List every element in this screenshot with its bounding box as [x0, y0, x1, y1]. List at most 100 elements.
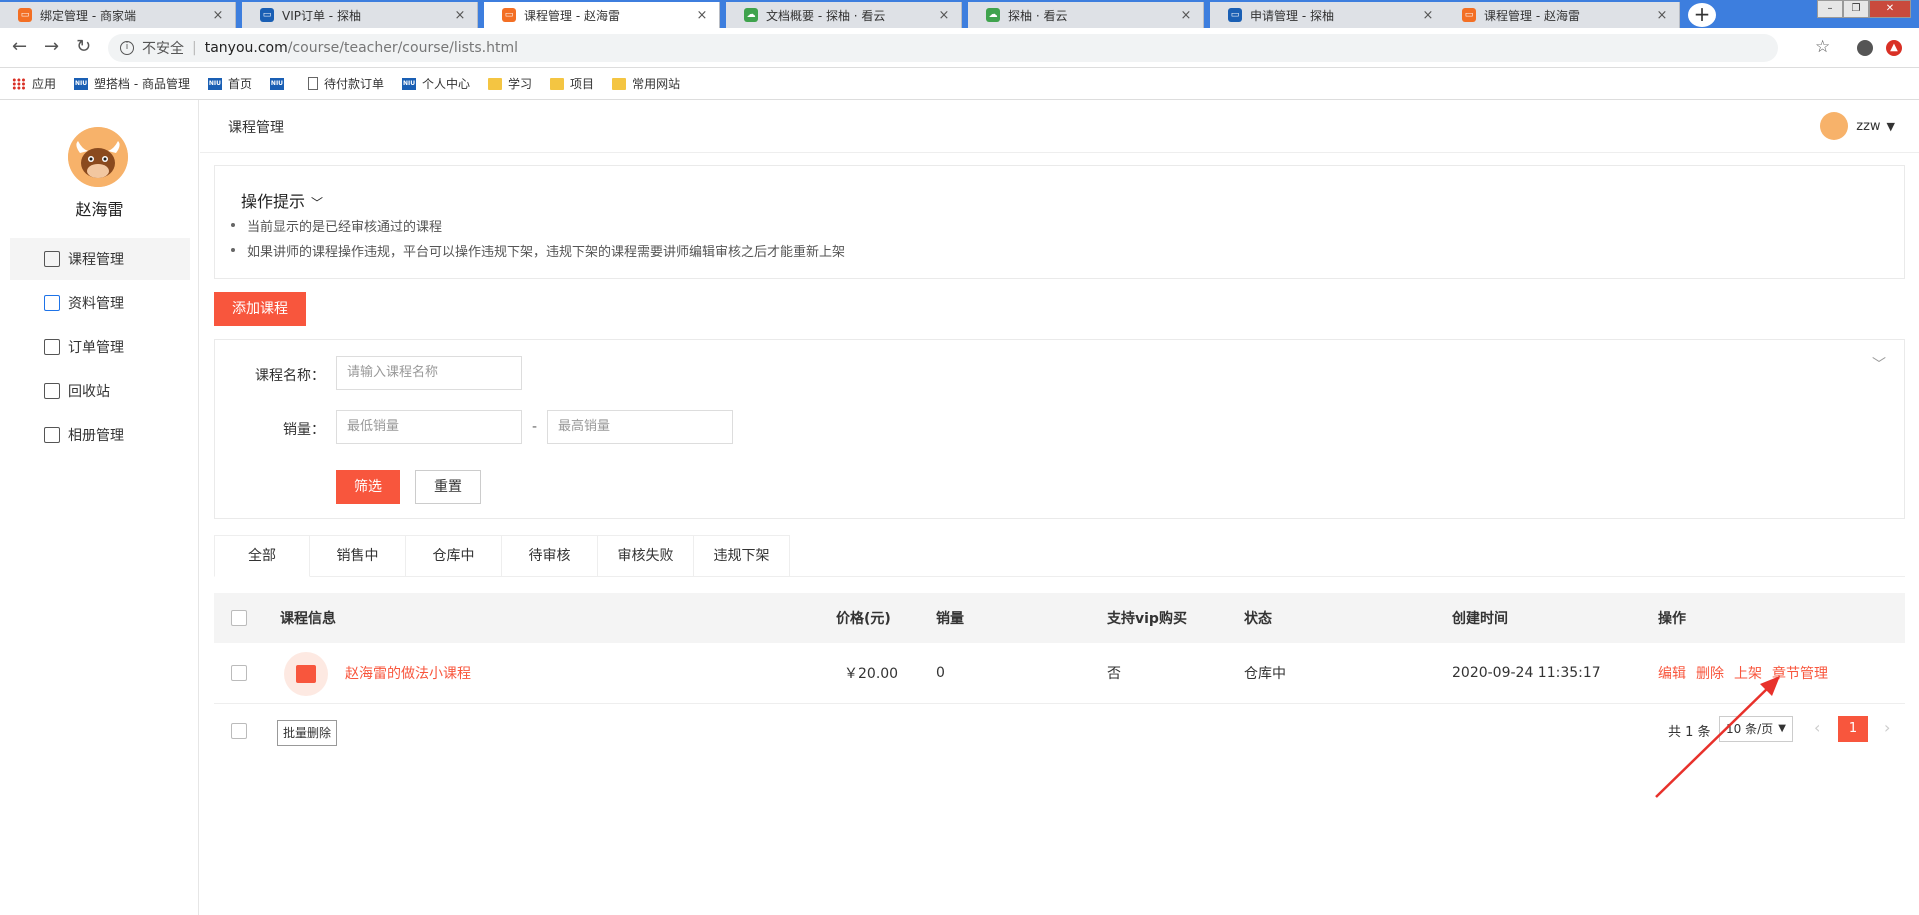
tab-close-icon[interactable]: × [453, 8, 467, 23]
tips-title: 操作提示 [241, 192, 306, 211]
browser-tab[interactable]: ▭ VIP订单 - 探柚 × [242, 2, 478, 28]
reset-button[interactable]: 重置 [415, 470, 481, 504]
browser-tab[interactable]: ▭ 绑定管理 - 商家端 × [0, 2, 236, 28]
url-path: /course/teacher/course/lists.html [287, 40, 519, 56]
tab-warehouse[interactable]: 仓库中 [406, 535, 502, 577]
tab-pending-review[interactable]: 待审核 [502, 535, 598, 577]
forward-arrow-icon[interactable]: → [44, 38, 59, 56]
column-header: 支持vip购买 [1107, 611, 1187, 627]
minimize-icon[interactable]: – [1817, 0, 1843, 18]
niu-icon: NIU [270, 77, 284, 90]
reload-icon[interactable]: ↻ [76, 38, 91, 56]
sidebar-item-label: 回收站 [68, 384, 110, 400]
next-page-icon[interactable]: › [1884, 718, 1890, 737]
course-name-link[interactable]: 赵海雷的做法小课程 [345, 663, 471, 683]
apps-grid-icon [12, 77, 26, 90]
bookmark-label: 待付款订单 [324, 77, 385, 91]
bookmark-item[interactable]: NIU 首页 [207, 75, 252, 92]
back-arrow-icon[interactable]: ← [12, 38, 27, 56]
bookmark-label: 首页 [227, 77, 252, 91]
bookmark-label: 常用网站 [632, 77, 681, 91]
tip-line: 当前显示的是已经审核通过的课程 [230, 216, 442, 235]
chapter-manage-link[interactable]: 章节管理 [1772, 666, 1828, 682]
course-name-input[interactable]: 请输入课程名称 [336, 356, 522, 390]
select-all-checkbox[interactable] [231, 610, 247, 626]
browser-tab[interactable]: ▭ 课程管理 - 赵海雷 × [1444, 2, 1680, 28]
bookmark-star-icon[interactable]: ☆ [1815, 37, 1830, 57]
browser-tab[interactable]: ☁ 探柚 · 看云 × [968, 2, 1204, 28]
filter-button[interactable]: 筛选 [336, 470, 400, 504]
row-checkbox[interactable] [231, 665, 247, 681]
page-header: 课程管理 zzw ▼ [200, 100, 1919, 153]
sidebar-item-materials[interactable]: 资料管理 [10, 282, 190, 324]
bookmarks-bar: 应用 NIU 塑搭档 - 商品管理 NIU 首页 NIU 待付款订单 NIU 个人中心… [0, 68, 1919, 100]
publish-link[interactable]: 上架 [1734, 666, 1762, 682]
tab-review-failed[interactable]: 审核失败 [598, 535, 694, 577]
sales-min-input[interactable]: 最低销量 [336, 410, 522, 444]
column-header: 状态 [1244, 611, 1272, 627]
edit-link[interactable]: 编辑 [1658, 666, 1686, 682]
table-footer: 批量删除 共 1 条 10 条/页 ▼ ‹ 1 › [214, 715, 1905, 755]
bookmark-item[interactable]: NIU 塑搭档 - 商品管理 [74, 75, 190, 92]
tab-close-icon[interactable]: × [211, 8, 225, 23]
course-name-label: 课程名称： [255, 368, 325, 384]
sidebar-item-course[interactable]: 课程管理 [10, 238, 190, 280]
sidebar-item-recycle[interactable]: 回收站 [10, 370, 190, 412]
bookmark-folder[interactable]: 项目 [550, 75, 594, 92]
add-course-button[interactable]: 添加课程 [214, 292, 306, 326]
bookmark-folder[interactable]: 常用网站 [612, 75, 680, 92]
footer-select-all-checkbox[interactable] [231, 723, 247, 739]
tab-title: 绑定管理 - 商家端 [40, 8, 136, 23]
bookmark-folder[interactable]: 学习 [488, 75, 532, 92]
batch-delete-button[interactable]: 批量删除 [277, 720, 337, 746]
bookmark-label: 塑搭档 - 商品管理 [94, 77, 190, 91]
bookmark-label: 学习 [508, 77, 533, 91]
tab-close-icon[interactable]: × [1655, 8, 1669, 23]
tab-close-icon[interactable]: × [937, 8, 951, 23]
current-page-button[interactable]: 1 [1838, 716, 1868, 742]
tab-close-icon[interactable]: × [1421, 8, 1435, 23]
user-menu[interactable]: zzw ▼ [1820, 112, 1895, 140]
collapse-chevron-icon[interactable]: ﹀ [1872, 354, 1886, 374]
new-tab-button[interactable]: + [1688, 3, 1716, 27]
sidebar-item-label: 课程管理 [68, 252, 124, 268]
caret-down-icon: ▼ [1886, 119, 1895, 133]
url-field[interactable]: i 不安全 | tanyou.com/course/teacher/course… [108, 34, 1778, 62]
row-actions: 编辑 删除 上架 章节管理 [1658, 663, 1838, 683]
bookmark-item[interactable]: NIU [270, 77, 290, 90]
prev-page-icon[interactable]: ‹ [1814, 718, 1820, 737]
niu-icon: NIU [74, 77, 89, 90]
sales-max-input[interactable]: 最高销量 [547, 410, 733, 444]
browser-tab[interactable]: ▭ 申请管理 - 探柚 × [1210, 2, 1446, 28]
info-icon[interactable]: i [120, 41, 134, 55]
tips-toggle[interactable]: 操作提示 ﹀ [241, 188, 323, 212]
tab-on-sale[interactable]: 销售中 [310, 535, 406, 577]
filter-panel: 课程名称： 请输入课程名称 销量： 最低销量 - 最高销量 ﹀ 筛选 重置 [214, 339, 1905, 519]
cloud-favicon-icon: ☁ [986, 8, 1000, 22]
site-favicon-icon: ▭ [1462, 8, 1476, 22]
sales-label: 销量： [283, 422, 325, 438]
sidebar-item-orders[interactable]: 订单管理 [10, 326, 190, 368]
browser-tab-active[interactable]: ▭ 课程管理 - 赵海雷 × [484, 2, 720, 28]
sidebar-item-album[interactable]: 相册管理 [10, 414, 190, 456]
profile-icon[interactable] [1857, 40, 1873, 56]
extension-icon[interactable]: ▲ [1886, 40, 1902, 56]
window-close-icon[interactable]: ✕ [1869, 0, 1911, 18]
column-header: 销量 [936, 611, 964, 627]
tab-violation-removed[interactable]: 违规下架 [694, 535, 790, 577]
tab-close-icon[interactable]: × [1179, 8, 1193, 23]
tab-all[interactable]: 全部 [214, 535, 310, 577]
folder-icon [612, 77, 627, 90]
address-bar: ← → ↻ i 不安全 | tanyou.com/course/teacher/… [0, 28, 1919, 68]
folder-icon [550, 77, 565, 90]
delete-link[interactable]: 删除 [1696, 666, 1724, 682]
tab-close-icon[interactable]: × [695, 8, 709, 23]
bookmark-item[interactable]: 待付款订单 [308, 75, 384, 92]
bookmark-apps[interactable]: 应用 [12, 75, 56, 92]
bull-mascot-icon [68, 127, 128, 187]
course-vip: 否 [1107, 666, 1121, 682]
restore-icon[interactable]: ❐ [1843, 0, 1869, 18]
browser-tab[interactable]: ☁ 文档概要 - 探柚 · 看云 × [726, 2, 962, 28]
page-size-select[interactable]: 10 条/页 ▼ [1719, 716, 1793, 742]
bookmark-item[interactable]: NIU 个人中心 [402, 75, 470, 92]
